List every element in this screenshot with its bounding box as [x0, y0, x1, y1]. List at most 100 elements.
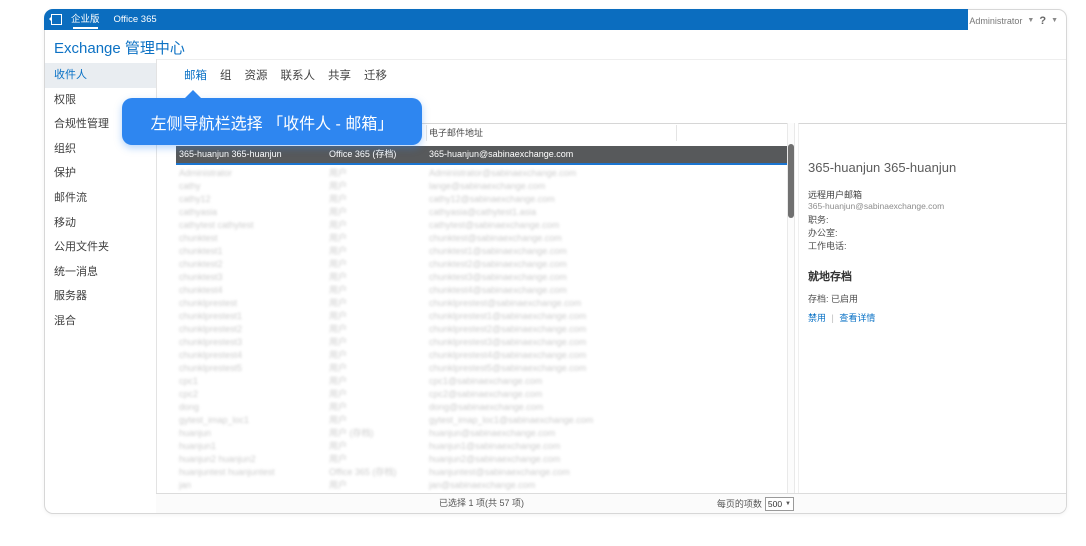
scrollbar-thumb[interactable] [788, 144, 794, 218]
table-row[interactable]: dong 用户 dong@sabinaexchange.com [176, 401, 787, 414]
cell-display-name: chunktest1 [179, 246, 223, 256]
page-size-select[interactable]: 500 ▼ [764, 496, 794, 511]
disable-link[interactable]: 禁用 [808, 313, 826, 323]
table-row[interactable]: chunktest 用户 chunktest@sabinaexchange.co… [176, 232, 787, 245]
cell-mailbox-type: 用户 [329, 337, 348, 347]
cell-email: lange@sabinaexchange.com [429, 181, 546, 191]
cell-display-name: cpc2 [179, 389, 199, 399]
details-pane: 365-huanjun 365-huanjun 远程用户邮箱 365-huanj… [798, 123, 1066, 493]
table-row[interactable]: huanjun 用户 (存档) huanjun@sabinaexchange.c… [176, 427, 787, 440]
cell-mailbox-type: 用户 [329, 454, 348, 464]
details-field-label: 职务: [808, 215, 829, 225]
sidebar-item[interactable]: 收件人 [45, 63, 156, 88]
sidebar-item[interactable]: 邮件流 [45, 186, 156, 211]
details-email: 365-huanjun@sabinaexchange.com [808, 201, 945, 211]
cell-display-name: cathytest cathytest [179, 220, 254, 230]
cell-mailbox-type: 用户 [329, 480, 348, 490]
table-row[interactable]: chunklprestest 用户 chunklprestest@sabinae… [176, 297, 787, 310]
cell-display-name: cathy [179, 181, 201, 191]
tab[interactable]: 组 [220, 67, 232, 83]
cell-mailbox-type: 用户 [329, 220, 348, 230]
table-row[interactable]: cathy12 用户 cathy12@sabinaexchange.com [176, 193, 787, 206]
cell-mailbox-type: 用户 [329, 298, 348, 308]
sidebar-item[interactable]: 移动 [45, 211, 156, 236]
table-row[interactable]: huanjun2 huanjun2 用户 huanjun2@sabinaexch… [176, 453, 787, 466]
sidebar-item[interactable]: 混合 [45, 309, 156, 334]
cell-email: chunklprestest1@sabinaexchange.com [429, 311, 587, 321]
sidebar-item[interactable]: 保护 [45, 161, 156, 186]
tab[interactable]: 邮箱 [184, 67, 207, 83]
suite-bar: 企业版 Office 365 [44, 9, 968, 30]
tab[interactable]: 联系人 [281, 67, 316, 83]
cell-mailbox-type: 用户 [329, 272, 348, 282]
table-row[interactable]: chunktest2 用户 chunktest2@sabinaexchange.… [176, 258, 787, 271]
table-row[interactable]: chunklprestest1 用户 chunklprestest1@sabin… [176, 310, 787, 323]
table-row[interactable]: huanjuntest huanjuntest Office 365 (存档) … [176, 466, 787, 479]
cell-email: chunklprestest4@sabinaexchange.com [429, 350, 587, 360]
cell-email: cathyasia@cathytest1.asia [429, 207, 537, 217]
table-row[interactable]: chunktest3 用户 chunktest3@sabinaexchange.… [176, 271, 787, 284]
cell-display-name: chunktest2 [179, 259, 223, 269]
table-row[interactable]: gytest_imap_loc1 用户 gytest_imap_loc1@sab… [176, 414, 787, 427]
cell-email: cpc1@sabinaexchange.com [429, 376, 543, 386]
cell-mailbox-type: 用户 [329, 402, 348, 412]
cell-display-name: 365-huanjun 365-huanjun [179, 149, 282, 159]
cell-display-name: chunktest [179, 233, 218, 243]
details-field-label: 工作电话: [808, 241, 847, 251]
cell-mailbox-type: 用户 [329, 363, 348, 373]
link-divider: | [831, 313, 834, 323]
recipients-tabs: 邮箱组资源 联系人 共享 迁移 [184, 67, 387, 83]
user-menu-label[interactable]: Administrator [969, 16, 1022, 26]
suite-brand-tab[interactable]: Office 365 [114, 9, 157, 30]
tab[interactable]: 迁移 [364, 67, 387, 83]
table-row[interactable]: chunklprestest2 用户 chunklprestest2@sabin… [176, 323, 787, 336]
cell-display-name: cpc1 [179, 376, 199, 386]
cell-display-name: chunklprestest2 [179, 324, 243, 334]
page-title: Exchange 管理中心 [54, 40, 185, 57]
sidebar-item[interactable]: 公用文件夹 [45, 235, 156, 260]
view-details-link[interactable]: 查看详情 [839, 313, 875, 323]
table-row[interactable]: cathytest cathytest 用户 cathytest@sabinae… [176, 219, 787, 232]
cell-mailbox-type: 用户 [329, 415, 348, 425]
table-row[interactable]: chunklprestest3 用户 chunklprestest3@sabin… [176, 336, 787, 349]
title-divider [156, 59, 1066, 60]
cell-email: chunklprestest2@sabinaexchange.com [429, 324, 587, 334]
cell-email: huanjuntest@sabinaexchange.com [429, 467, 570, 477]
tab[interactable]: 资源 [245, 67, 268, 83]
table-row[interactable]: cpc2 用户 cpc2@sabinaexchange.com [176, 388, 787, 401]
help-icon[interactable]: ? [1039, 15, 1046, 27]
cell-email: huanjun2@sabinaexchange.com [429, 454, 561, 464]
table-row-selected[interactable]: 365-huanjun 365-huanjun Office 365 (存档) … [176, 146, 787, 165]
cell-display-name: huanjuntest huanjuntest [179, 467, 275, 477]
table-row[interactable]: huanjun1 用户 huanjun1@sabinaexchange.com [176, 440, 787, 453]
table-row[interactable]: chunktest4 用户 chunktest4@sabinaexchange.… [176, 284, 787, 297]
column-separator [676, 125, 677, 141]
page-size-label: 每页的项数 [716, 499, 762, 509]
chevron-down-icon[interactable]: ▼ [1027, 17, 1034, 24]
table-row[interactable]: Administrator 用户 Administrator@sabinaexc… [176, 167, 787, 180]
chevron-down-icon[interactable]: ▼ [1051, 17, 1058, 24]
tab[interactable]: 共享 [328, 67, 351, 83]
table-row[interactable]: cpc1 用户 cpc1@sabinaexchange.com [176, 375, 787, 388]
cell-display-name: chunklprestest5 [179, 363, 243, 373]
cell-display-name: gytest_imap_loc1 [179, 415, 250, 425]
table-row[interactable]: cathy 用户 lange@sabinaexchange.com [176, 180, 787, 193]
cell-email: cpc2@sabinaexchange.com [429, 389, 543, 399]
sidebar-item[interactable]: 统一消息 [45, 260, 156, 285]
cell-mailbox-type: 用户 [329, 350, 348, 360]
table-row[interactable]: chunklprestest5 用户 chunklprestest5@sabin… [176, 362, 787, 375]
cell-display-name: cathy12 [179, 194, 211, 204]
table-row[interactable]: jan 用户 jan@sabinaexchange.com [176, 479, 787, 492]
archive-heading: 就地存档 [808, 271, 852, 283]
cell-email: chunklprestest5@sabinaexchange.com [429, 363, 587, 373]
list-scrollbar[interactable] [787, 123, 795, 493]
column-header-email[interactable]: 电子邮件地址 [429, 124, 483, 142]
table-row[interactable]: cathyasia 用户 cathyasia@cathytest1.asia [176, 206, 787, 219]
cell-mailbox-type: 用户 [329, 389, 348, 399]
cell-display-name: jan [179, 480, 192, 490]
table-row[interactable]: chunklprestest4 用户 chunklprestest4@sabin… [176, 349, 787, 362]
suite-brand-tab[interactable]: 企业版 [71, 9, 100, 30]
sidebar-item[interactable]: 服务器 [45, 284, 156, 309]
selection-count: 已选择 1 项(共 57 项) [438, 498, 524, 508]
table-row[interactable]: chunktest1 用户 chunktest1@sabinaexchange.… [176, 245, 787, 258]
